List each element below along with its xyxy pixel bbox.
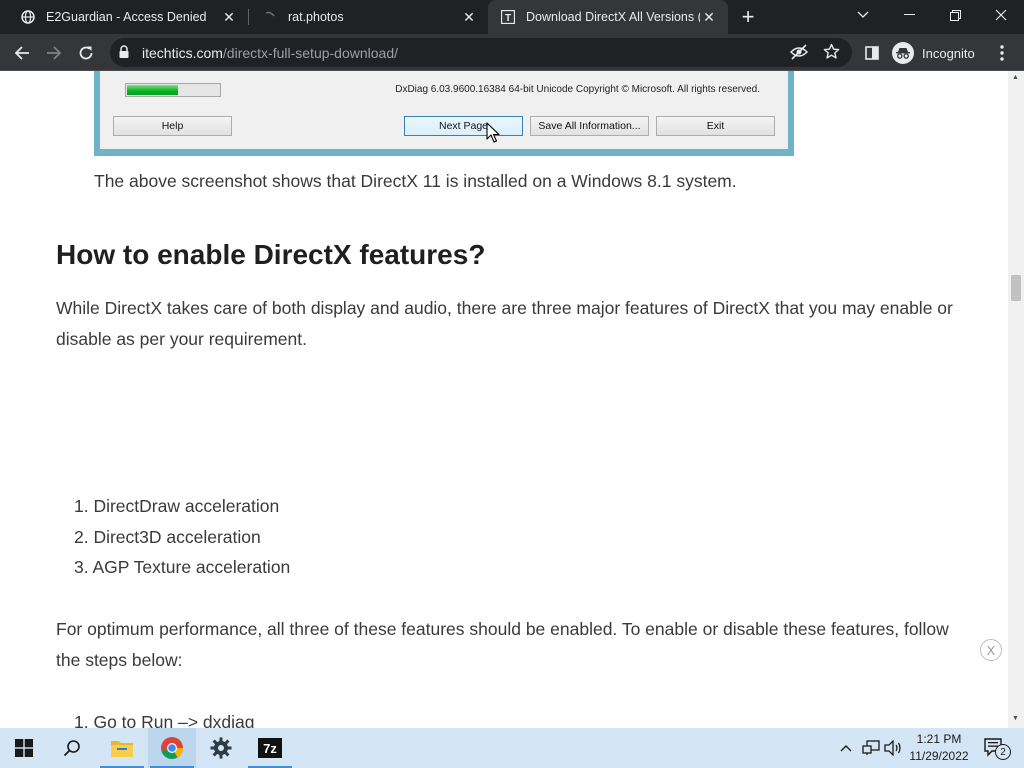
dxdiag-screenshot: DxDiag 6.03.9600.16384 64-bit Unicode Co… (94, 71, 794, 156)
svg-text:T: T (505, 13, 511, 24)
globe-icon (20, 9, 36, 25)
svg-text:7z: 7z (263, 741, 277, 756)
tab-search-icon[interactable] (840, 0, 886, 30)
dxdiag-copyright: DxDiag 6.03.9600.16384 64-bit Unicode Co… (395, 84, 760, 95)
section-heading: How to enable DirectX features? (56, 239, 486, 270)
close-tab-icon[interactable]: ✕ (460, 8, 478, 26)
url-text[interactable]: itechtics.com/directx-full-setup-downloa… (142, 45, 398, 61)
page-icon (262, 9, 278, 25)
7zip-icon[interactable]: 7z (246, 728, 294, 768)
dxdiag-window: DxDiag 6.03.9600.16384 64-bit Unicode Co… (100, 71, 788, 149)
bookmark-star-icon[interactable] (823, 43, 840, 65)
exit-button: Exit (656, 116, 775, 136)
chrome-icon[interactable] (148, 728, 196, 768)
intro-paragraph: While DirectX takes care of both display… (56, 298, 953, 349)
settings-gear-icon[interactable] (197, 728, 245, 768)
incognito-label: Incognito (922, 45, 975, 61)
close-tab-icon[interactable]: ✕ (220, 8, 238, 26)
side-panel-button[interactable] (858, 39, 886, 67)
minimize-button[interactable] (886, 0, 932, 30)
close-tab-icon[interactable]: ✕ (700, 8, 718, 26)
progress-fill (127, 85, 178, 95)
reload-button[interactable] (72, 39, 100, 67)
new-tab-button[interactable]: + (736, 4, 760, 29)
search-button[interactable] (48, 728, 96, 768)
tab-title: Download DirectX All Versions (9 (526, 10, 700, 24)
tab-title: rat.photos (288, 10, 344, 24)
scroll-down-arrow-icon[interactable]: ▼ (1012, 715, 1019, 722)
page-scrollbar[interactable]: ▲ ▼ (1008, 71, 1024, 728)
clock-time: 1:21 PM (916, 732, 962, 746)
list-item: 3. AGP Texture acceleration (74, 557, 291, 577)
tracking-blocked-eye-icon[interactable] (789, 44, 809, 65)
tab-strip: E2Guardian - Access Denied ✕ rat.photos … (0, 0, 1024, 34)
restore-button[interactable] (932, 0, 978, 30)
incognito-icon (892, 42, 914, 64)
forward-button[interactable] (40, 39, 68, 67)
steps-list: 1. Go to Run –> dxdiag (74, 707, 254, 728)
next-page-button: Next Page (404, 116, 523, 136)
optimum-paragraph: For optimum performance, all three of th… (56, 619, 949, 670)
tab-e2guardian[interactable]: E2Guardian - Access Denied ✕ (0, 0, 248, 34)
features-list: 1. DirectDraw acceleration 2. Direct3D a… (74, 491, 290, 583)
ad-close-button[interactable]: X (980, 639, 1002, 661)
screenshot-caption: The above screenshot shows that DirectX … (94, 171, 737, 191)
list-item: 2. Direct3D acceleration (74, 526, 261, 547)
tab-rat-photos[interactable]: rat.photos ✕ (250, 0, 488, 34)
start-button[interactable] (0, 728, 48, 768)
page-content: DxDiag 6.03.9600.16384 64-bit Unicode Co… (0, 71, 1008, 728)
windows-taskbar: 7z 1:21 PM 11/29/2022 2 (0, 728, 1024, 768)
url-host: itechtics.com (142, 45, 223, 61)
back-button[interactable] (8, 39, 36, 67)
tab-title: E2Guardian - Access Denied (46, 10, 207, 24)
help-button: Help (113, 116, 232, 136)
list-item: 1. Go to Run –> dxdiag (74, 712, 255, 728)
tab-directx[interactable]: T Download DirectX All Versions (9 ✕ (488, 0, 728, 34)
scroll-up-arrow-icon[interactable]: ▲ (1012, 74, 1019, 81)
close-window-button[interactable] (978, 0, 1024, 30)
list-item: 1. DirectDraw acceleration (74, 496, 280, 516)
clock-date: 11/29/2022 (909, 749, 969, 763)
notifications-button[interactable]: 2 (978, 728, 1012, 768)
browser-menu-icon[interactable] (988, 39, 1016, 67)
browser-toolbar: itechtics.com/directx-full-setup-downloa… (0, 34, 1024, 71)
system-clock[interactable]: 1:21 PM 11/29/2022 (900, 731, 978, 765)
network-icon[interactable] (860, 728, 882, 768)
save-all-information-button: Save All Information... (530, 116, 649, 136)
itechtics-favicon-icon: T (500, 9, 516, 25)
show-hidden-icons-chevron-icon[interactable] (836, 728, 856, 768)
mouse-cursor-icon (486, 122, 500, 148)
incognito-indicator[interactable]: Incognito (892, 40, 975, 66)
url-path: /directx-full-setup-download/ (222, 45, 399, 61)
file-explorer-icon[interactable] (98, 728, 146, 768)
address-bar[interactable]: itechtics.com/directx-full-setup-downloa… (110, 38, 852, 67)
dxdiag-progress-bar (125, 83, 221, 97)
scrollbar-thumb[interactable] (1011, 275, 1021, 301)
notification-count-badge: 2 (995, 744, 1011, 760)
lock-icon[interactable] (118, 45, 130, 64)
tab-divider (248, 9, 249, 25)
